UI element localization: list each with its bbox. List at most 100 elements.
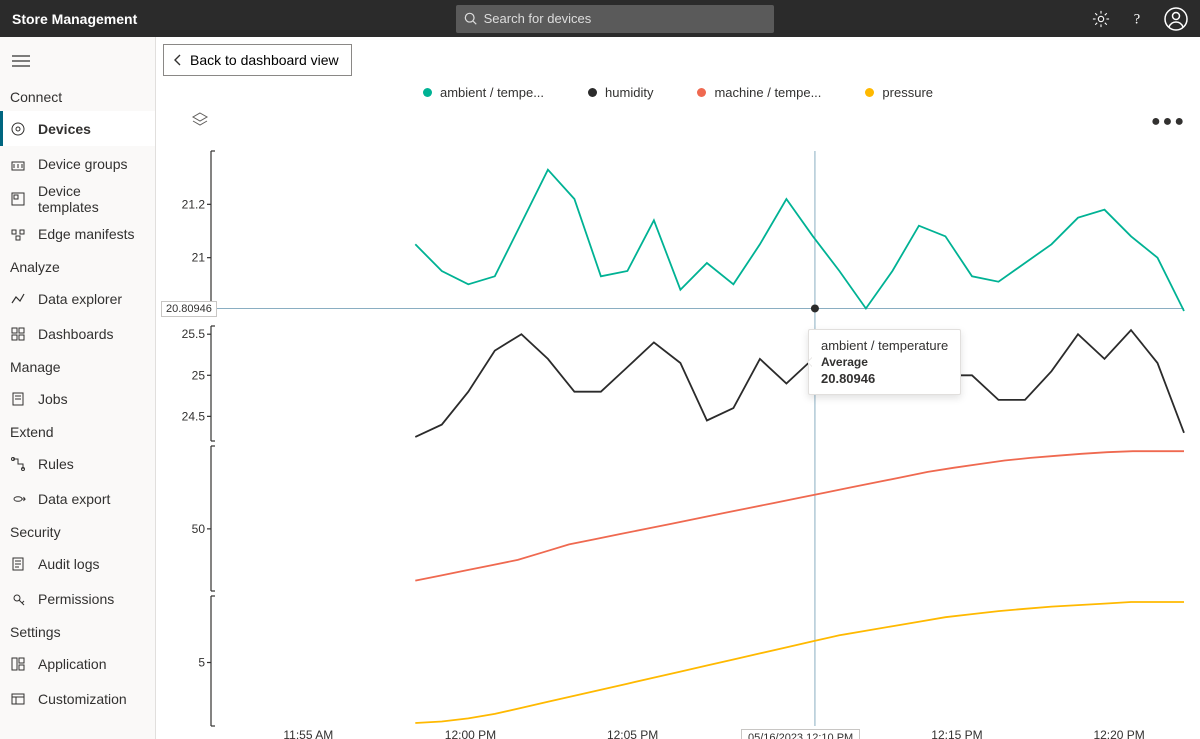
app-header: Store Management ?: [0, 0, 1200, 37]
legend-dot-icon: [588, 88, 597, 97]
legend-item-ambient[interactable]: ambient / tempe...: [423, 85, 544, 100]
svg-text:24.5: 24.5: [182, 409, 206, 423]
hover-y-value: 20.80946: [161, 301, 217, 317]
legend-label: humidity: [605, 85, 653, 100]
nav-section-header: Settings: [0, 616, 155, 646]
sidebar-item-rules[interactable]: Rules: [0, 446, 155, 481]
tooltip-series: ambient / temperature: [821, 338, 948, 353]
device-groups-icon: [10, 156, 26, 172]
header-center: [137, 5, 1092, 33]
sidebar-item-devices[interactable]: Devices: [0, 111, 155, 146]
nav-section-header: Connect: [0, 81, 155, 111]
sidebar-item-dashboards[interactable]: Dashboards: [0, 316, 155, 351]
sidebar-item-label: Rules: [38, 456, 74, 472]
chart-legend: ambient / tempe... humidity machine / te…: [156, 85, 1200, 100]
sidebar-item-data-explorer[interactable]: Data explorer: [0, 281, 155, 316]
app-title: Store Management: [12, 11, 137, 27]
nav-section-header: Security: [0, 516, 155, 546]
user-icon[interactable]: [1164, 7, 1188, 31]
content: Connect Devices Device groups Device templa…: [0, 37, 1200, 739]
legend-label: pressure: [882, 85, 933, 100]
sidebar-item-device-templates[interactable]: Device templates: [0, 181, 155, 216]
chart-area[interactable]: 21.22125.52524.550511:55 AM05/16/202312:…: [156, 141, 1200, 739]
edge-manifests-icon: [10, 226, 26, 242]
svg-text:25.5: 25.5: [182, 327, 206, 341]
hover-x-line1: 05/16/2023 12:10 PM: [748, 731, 853, 739]
sidebar-item-label: Device templates: [38, 183, 145, 215]
chart-svg: 21.22125.52524.550511:55 AM05/16/202312:…: [156, 141, 1200, 739]
back-button[interactable]: Back to dashboard view: [163, 44, 352, 76]
svg-text:21: 21: [192, 251, 206, 265]
nav-section-header: Manage: [0, 351, 155, 381]
sidebar-item-label: Data explorer: [38, 291, 122, 307]
svg-text:12:20 PM: 12:20 PM: [1093, 728, 1144, 739]
legend-label: machine / tempe...: [714, 85, 821, 100]
gear-icon[interactable]: [1092, 10, 1110, 28]
sidebar-item-label: Dashboards: [38, 326, 114, 342]
search-input[interactable]: [484, 11, 766, 26]
devices-icon: [10, 121, 26, 137]
audit-logs-icon: [10, 556, 26, 572]
sidebar-item-label: Permissions: [38, 591, 114, 607]
device-templates-icon: [10, 191, 26, 207]
help-icon[interactable]: ?: [1128, 10, 1146, 28]
search-icon: [464, 12, 478, 26]
sidebar-item-application[interactable]: Application: [0, 646, 155, 681]
jobs-icon: [10, 391, 26, 407]
chart-tooltip: ambient / temperature Average 20.80946: [808, 329, 961, 395]
hover-y-value-text: 20.80946: [166, 303, 212, 315]
svg-text:12:15 PM: 12:15 PM: [931, 728, 982, 739]
sidebar-item-label: Audit logs: [38, 556, 99, 572]
sidebar-item-label: Device groups: [38, 156, 128, 172]
tooltip-aggregation: Average: [821, 355, 948, 369]
chevron-left-icon: [172, 54, 184, 66]
sidebar-item-label: Data export: [38, 491, 110, 507]
tooltip-value: 20.80946: [821, 371, 948, 386]
hamburger-button[interactable]: [0, 41, 155, 81]
sidebar-item-permissions[interactable]: Permissions: [0, 581, 155, 616]
svg-text:5: 5: [198, 656, 205, 670]
sidebar: Connect Devices Device groups Device templa…: [0, 37, 156, 739]
search-box[interactable]: [456, 5, 774, 33]
customization-icon: [10, 691, 26, 707]
hamburger-icon: [12, 54, 30, 68]
sidebar-item-label: Customization: [38, 691, 127, 707]
legend-dot-icon: [697, 88, 706, 97]
legend-dot-icon: [423, 88, 432, 97]
sidebar-item-customization[interactable]: Customization: [0, 681, 155, 716]
data-export-icon: [10, 491, 26, 507]
svg-text:?: ?: [1134, 11, 1140, 27]
svg-text:11:55 AM: 11:55 AM: [283, 728, 333, 739]
dashboards-icon: [10, 326, 26, 342]
back-label: Back to dashboard view: [190, 52, 339, 68]
application-icon: [10, 656, 26, 672]
sidebar-item-label: Edge manifests: [38, 226, 135, 242]
data-explorer-icon: [10, 291, 26, 307]
layers-icon[interactable]: [191, 111, 209, 129]
permissions-icon: [10, 591, 26, 607]
svg-text:21.2: 21.2: [182, 197, 206, 211]
header-actions: ?: [1092, 7, 1188, 31]
svg-text:25: 25: [192, 368, 206, 382]
legend-item-humidity[interactable]: humidity: [588, 85, 653, 100]
svg-text:50: 50: [192, 522, 206, 536]
legend-item-pressure[interactable]: pressure: [865, 85, 933, 100]
nav-section-header: Analyze: [0, 251, 155, 281]
more-options-button[interactable]: ●●●: [1151, 113, 1186, 131]
sidebar-item-label: Application: [38, 656, 107, 672]
svg-text:12:05 PM: 12:05 PM: [607, 728, 658, 739]
svg-text:12:00 PM: 12:00 PM: [445, 728, 496, 739]
legend-dot-icon: [865, 88, 874, 97]
hover-x-value: 05/16/2023 12:10 PM 05/16/2023 12:11 PM: [741, 729, 860, 739]
sidebar-item-device-groups[interactable]: Device groups: [0, 146, 155, 181]
legend-label: ambient / tempe...: [440, 85, 544, 100]
sidebar-item-audit-logs[interactable]: Audit logs: [0, 546, 155, 581]
sidebar-item-label: Devices: [38, 121, 91, 137]
sidebar-item-data-export[interactable]: Data export: [0, 481, 155, 516]
sidebar-item-jobs[interactable]: Jobs: [0, 381, 155, 416]
sidebar-item-label: Jobs: [38, 391, 68, 407]
nav-section-header: Extend: [0, 416, 155, 446]
rules-icon: [10, 456, 26, 472]
sidebar-item-edge-manifests[interactable]: Edge manifests: [0, 216, 155, 251]
legend-item-machine[interactable]: machine / tempe...: [697, 85, 821, 100]
